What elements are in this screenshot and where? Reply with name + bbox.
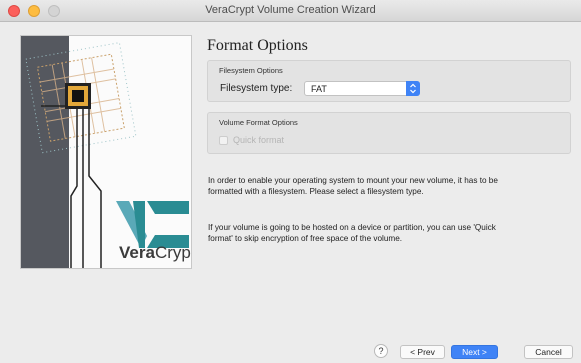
filesystem-type-value: FAT (311, 84, 327, 94)
window-title: VeraCrypt Volume Creation Wizard (205, 4, 376, 16)
circuit-chip-icon (25, 42, 189, 268)
up-down-chevron-icon (410, 83, 416, 94)
page-title: Format Options (207, 37, 308, 54)
quick-format-checkbox[interactable] (219, 136, 228, 145)
filesystem-type-select[interactable]: FAT (304, 81, 420, 96)
brand-prefix: Vera (119, 243, 155, 262)
next-button[interactable]: Next > (451, 345, 498, 359)
veracrypt-logo: VeraCrypt (119, 243, 192, 263)
volume-format-options-group: Volume Format Options Quick format (207, 112, 571, 154)
filesystem-type-label: Filesystem type: (220, 83, 293, 94)
help-button[interactable]: ? (374, 344, 388, 358)
cancel-button[interactable]: Cancel (524, 345, 573, 359)
info-paragraph-2: If your volume is going to be hosted on … (208, 223, 496, 243)
prev-button[interactable]: < Prev (400, 345, 445, 359)
title-bar[interactable]: VeraCrypt Volume Creation Wizard (0, 0, 581, 22)
wizard-window: VeraCrypt Volume Creation Wizard VeraCry… (0, 0, 581, 363)
volume-format-options-label: Volume Format Options (219, 118, 298, 127)
info-paragraph-1: In order to enable your operating system… (208, 176, 498, 196)
filesystem-options-group: Filesystem Options Filesystem type: FAT (207, 60, 571, 102)
wizard-side-image: VeraCrypt (20, 35, 192, 269)
filesystem-options-label: Filesystem Options (219, 66, 283, 75)
quick-format-label: Quick format (233, 135, 285, 145)
brand-suffix: Crypt (154, 243, 192, 262)
select-arrows-icon (406, 81, 420, 96)
